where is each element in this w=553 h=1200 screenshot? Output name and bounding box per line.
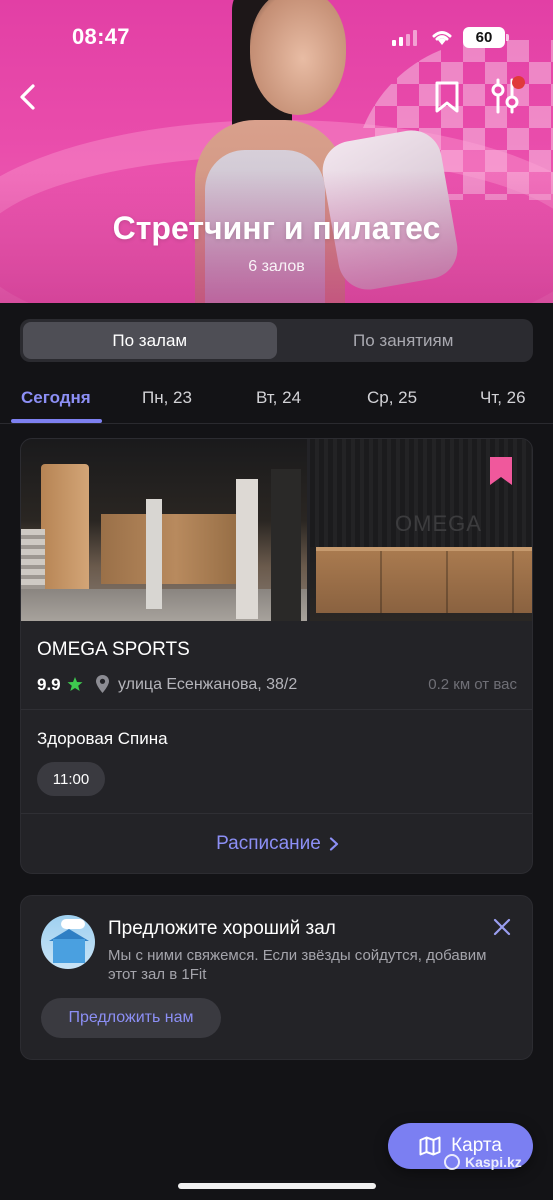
gym-address: улица Есенжанова, 38/2	[118, 676, 298, 693]
gym-photo-hall[interactable]	[21, 439, 307, 621]
photo-pillar	[146, 499, 162, 609]
class-time-chip[interactable]: 11:00	[37, 762, 105, 796]
gym-card[interactable]: OMEGA OMEGA SPORTS 9.9 улица Есенжанова,…	[20, 438, 533, 874]
day-tab-thu[interactable]: Чт, 26	[480, 388, 526, 408]
home-indicator[interactable]	[178, 1183, 376, 1189]
photo-pillar	[271, 469, 301, 621]
close-icon[interactable]	[492, 917, 512, 937]
star-icon	[67, 677, 83, 691]
illustration-cloud	[61, 919, 85, 929]
schedule-label: Расписание	[216, 833, 321, 854]
photo-wood-column	[41, 464, 89, 594]
photo-logo-text: OMEGA	[395, 511, 482, 536]
back-arrow-icon[interactable]	[14, 82, 42, 112]
divider	[0, 423, 553, 424]
view-mode-segmented-control: По залам По занятиям	[20, 319, 533, 362]
day-selector: Сегодня Пн, 23 Вт, 24 Ср, 25 Чт, 26	[0, 382, 553, 424]
bookmark-icon[interactable]	[432, 80, 462, 114]
status-time: 08:47	[72, 24, 130, 49]
location-pin-icon	[96, 675, 109, 693]
wifi-icon	[432, 31, 452, 45]
day-tab-tue[interactable]: Вт, 24	[256, 388, 301, 408]
filter-notification-dot	[512, 76, 525, 89]
suggest-description: Мы с ними свяжемся. Если звёзды сойдутся…	[108, 947, 487, 983]
class-name: Здоровая Спина	[37, 729, 168, 748]
screen: 08:47 60 Стретчинг и пилатес 6 залов По …	[0, 0, 553, 1200]
schedule-link[interactable]: Расписание	[21, 814, 532, 873]
building-illustration-icon	[41, 915, 95, 969]
day-tab-wed[interactable]: Ср, 25	[367, 388, 417, 408]
photo-pillar	[236, 479, 258, 619]
hero-banner: 08:47 60 Стретчинг и пилатес 6 залов	[0, 0, 553, 303]
divider	[21, 709, 532, 710]
day-tab-today[interactable]: Сегодня	[21, 388, 91, 408]
day-tab-mon[interactable]: Пн, 23	[142, 388, 192, 408]
photo-wood-wall	[101, 514, 251, 584]
illustration-house	[53, 939, 85, 963]
suggest-title: Предложите хороший зал	[108, 918, 336, 939]
map-icon	[419, 1136, 441, 1156]
photo-counter-panels	[316, 551, 532, 613]
watermark-text: Kaspi.kz	[465, 1154, 522, 1170]
battery-indicator: 60	[463, 27, 509, 48]
gym-distance: 0.2 км от вас	[428, 676, 517, 693]
watermark: Kaspi.kz	[444, 1154, 522, 1170]
kaspi-logo-icon	[444, 1154, 460, 1170]
suggest-gym-card: Предложите хороший зал Мы с ними свяжемс…	[20, 895, 533, 1060]
tab-by-classes[interactable]: По занятиям	[277, 322, 531, 359]
saved-bookmark-icon[interactable]	[487, 455, 515, 487]
hero-person-head	[250, 0, 346, 115]
photo-floor	[21, 589, 307, 621]
tab-by-gyms[interactable]: По залам	[23, 322, 277, 359]
suggest-gym-button[interactable]: Предложить нам	[41, 998, 221, 1038]
cellular-signal-icon	[392, 30, 417, 46]
gym-name[interactable]: OMEGA SPORTS	[37, 639, 190, 661]
gym-rating: 9.9	[37, 675, 61, 694]
chevron-right-icon	[329, 837, 338, 851]
gyms-count: 6 залов	[248, 258, 305, 275]
page-title: Стретчинг и пилатес	[112, 210, 441, 246]
